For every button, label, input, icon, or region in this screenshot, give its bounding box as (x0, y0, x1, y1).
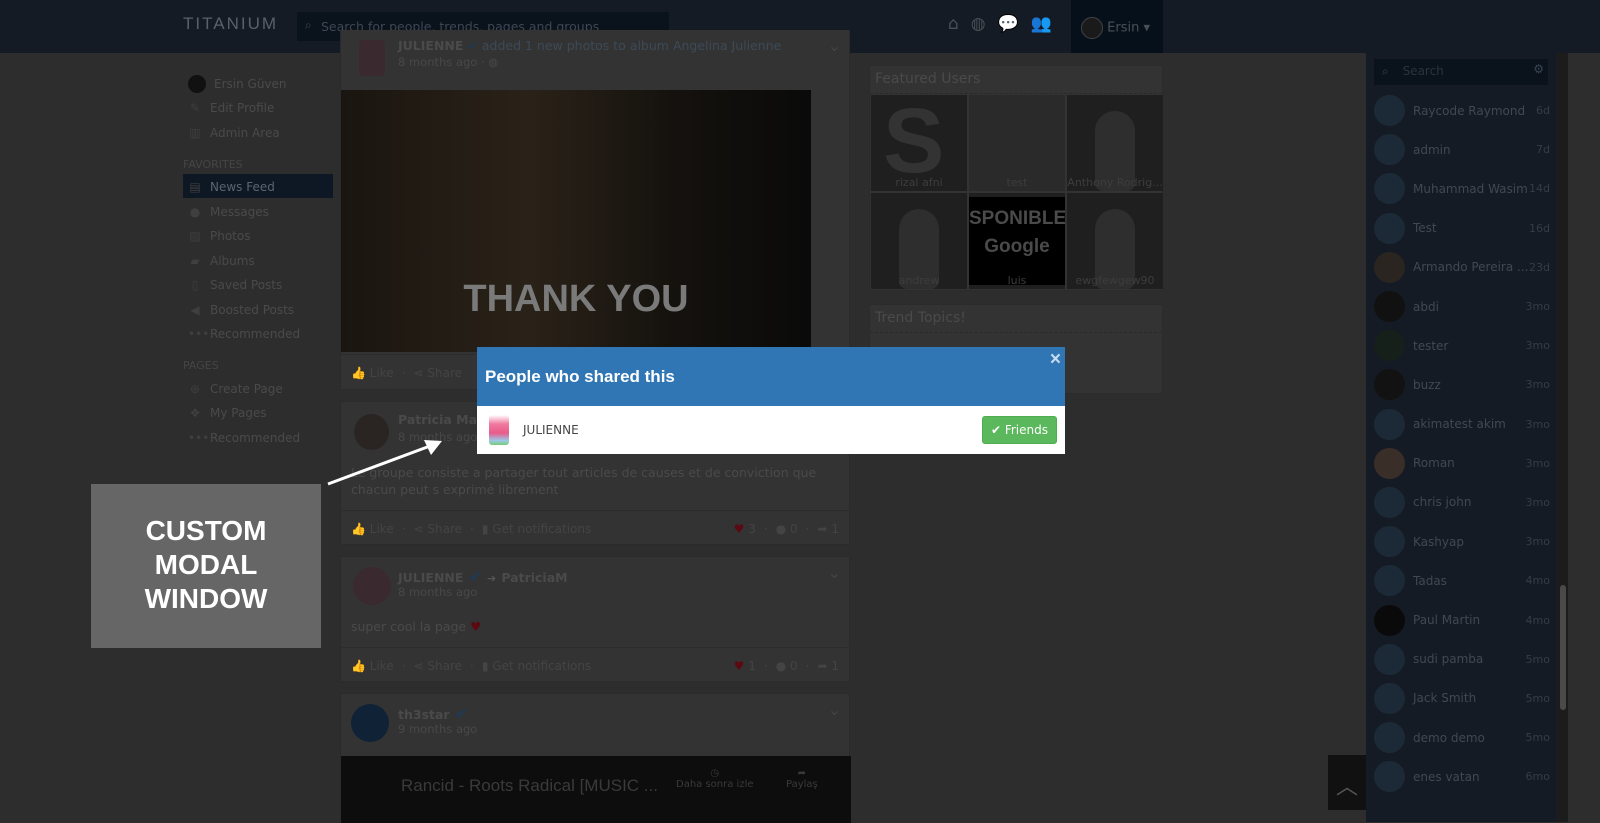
annotation-arrow (327, 440, 442, 486)
